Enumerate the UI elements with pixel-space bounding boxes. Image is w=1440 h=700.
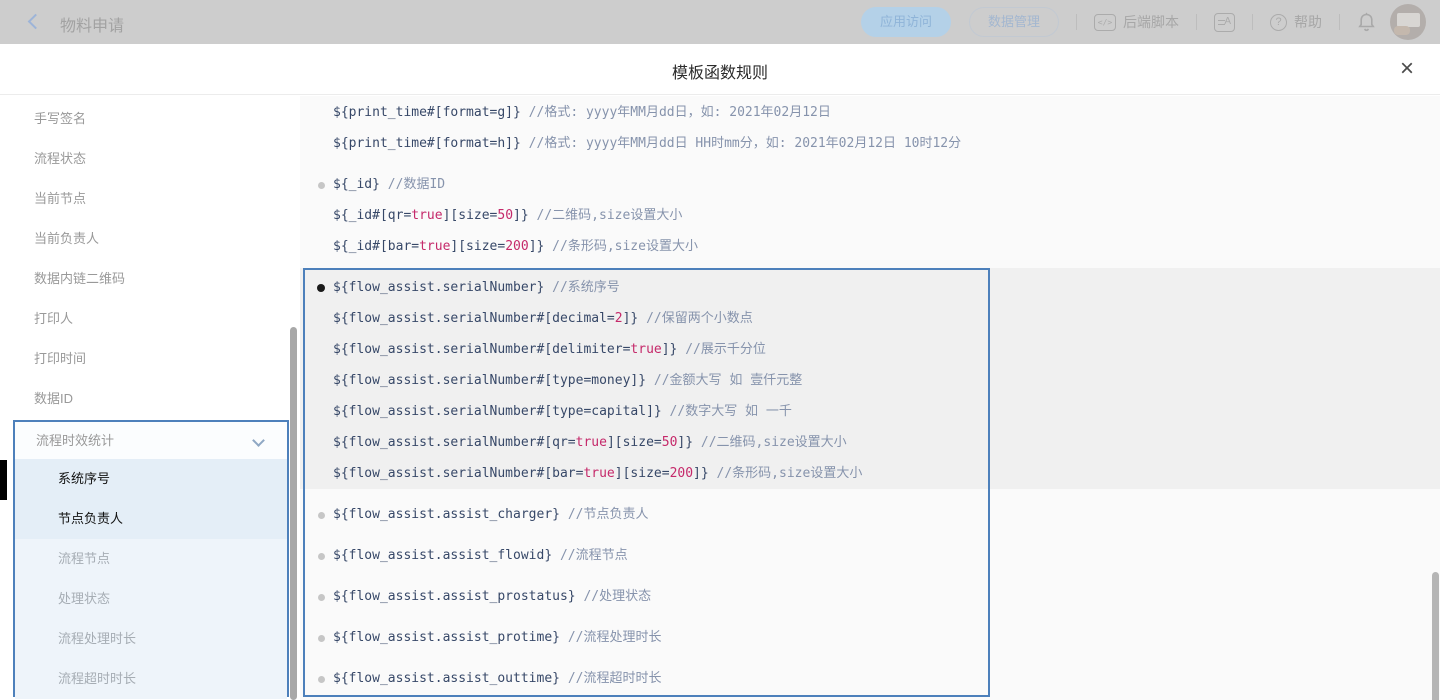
divider [1196, 14, 1197, 30]
user-avatar[interactable] [1390, 4, 1426, 40]
app-page-title: 物料申请 [60, 12, 124, 36]
sidebar-item[interactable]: 手写签名 [0, 99, 300, 139]
sidebar-subitem[interactable]: 流程处理时长 [15, 619, 287, 659]
code-line: ${flow_assist.assist_outtime} //流程超时时长 [333, 669, 661, 689]
code-line: ${flow_assist.assist_prostatus} //处理状态 [333, 587, 651, 607]
topbar-actions: 应用访问 数据管理 </> 后端脚本 A ? 帮助 [861, 0, 1426, 44]
bullet-icon [317, 284, 325, 292]
chevron-down-icon [252, 434, 265, 447]
id-card-icon[interactable]: A [1214, 13, 1235, 32]
bullet-icon [318, 676, 325, 683]
divider [1339, 14, 1340, 30]
sidebar-item[interactable]: 数据内链二维码 [0, 259, 300, 299]
sidebar-item[interactable]: 打印时间 [0, 339, 300, 379]
sidebar-subitem[interactable]: 流程超时时长 [15, 659, 287, 699]
top-navigation-bar: 物料申请 应用访问 数据管理 </> 后端脚本 A ? 帮助 [0, 0, 1440, 44]
bullet-icon [318, 182, 325, 189]
sidebar-item[interactable]: 流程状态 [0, 139, 300, 179]
sidebar-item[interactable]: 打印人 [0, 299, 300, 339]
code-icon: </> [1094, 14, 1116, 31]
sidebar-subitem[interactable]: 流程节点 [15, 539, 287, 579]
code-line: ${flow_assist.serialNumber#[qr=true][siz… [333, 433, 847, 453]
data-manage-button[interactable]: 数据管理 [969, 7, 1059, 37]
code-line: ${flow_assist.assist_protime} //流程处理时长 [333, 628, 661, 648]
code-line: ${_id#[bar=true][size=200]} //条形码,size设置… [333, 237, 698, 257]
code-line: ${print_time#[format=g]} //格式: yyyy年MM月d… [333, 103, 831, 123]
code-line: ${_id} //数据ID [333, 175, 445, 195]
sidebar-item[interactable]: 当前负责人 [0, 219, 300, 259]
code-line: ${flow_assist.serialNumber#[decimal=2]} … [333, 309, 753, 329]
code-line: ${flow_assist.serialNumber#[type=capital… [333, 402, 792, 422]
bullet-icon [318, 635, 325, 642]
modal-content: ${print_time#[format=g]} //格式: yyyy年MM月d… [300, 96, 1440, 700]
close-icon[interactable]: × [1400, 55, 1414, 83]
sidebar-scrollbar[interactable] [290, 327, 297, 700]
sidebar-subitem[interactable]: 处理状态 [15, 579, 287, 619]
back-chevron-icon[interactable] [28, 14, 44, 30]
backend-script-button[interactable]: </> 后端脚本 [1094, 12, 1179, 32]
app-root: 物料申请 应用访问 数据管理 </> 后端脚本 A ? 帮助 [0, 0, 1440, 700]
modal-sidebar: 手写签名流程状态当前节点当前负责人数据内链二维码打印人打印时间数据ID 流程时效… [0, 96, 300, 700]
code-line: ${flow_assist.serialNumber} //系统序号 [333, 278, 620, 298]
code-line: ${_id#[qr=true][size=50]} //二维码,size设置大小 [333, 206, 682, 226]
code-line: ${flow_assist.serialNumber#[bar=true][si… [333, 464, 862, 484]
sidebar-group-children: 系统序号节点负责人流程节点处理状态流程处理时长流程超时时长 [15, 459, 287, 699]
code-line: ${flow_assist.assist_charger} //节点负责人 [333, 505, 648, 525]
bullet-icon [318, 553, 325, 560]
question-icon: ? [1270, 14, 1287, 31]
sidebar-list: 手写签名流程状态当前节点当前负责人数据内链二维码打印人打印时间数据ID [0, 96, 300, 419]
app-access-button[interactable]: 应用访问 [861, 7, 951, 37]
sidebar-item[interactable]: 数据ID [0, 379, 300, 419]
code-line: ${flow_assist.assist_flowid} //流程节点 [333, 546, 628, 566]
sidebar-subitem[interactable]: 节点负责人 [15, 499, 287, 539]
sidebar-group-header[interactable]: 流程时效统计 [15, 422, 287, 459]
sidebar-item[interactable]: 当前节点 [0, 179, 300, 219]
bullet-icon [318, 512, 325, 519]
divider [1252, 14, 1253, 30]
bullet-icon [318, 594, 325, 601]
template-rules-modal: 模板函数规则 × 手写签名流程状态当前节点当前负责人数据内链二维码打印人打印时间… [0, 45, 1440, 700]
help-button[interactable]: ? 帮助 [1270, 12, 1322, 32]
content-scrollbar[interactable] [1432, 572, 1439, 700]
active-item-indicator [0, 460, 7, 500]
modal-header: 模板函数规则 × [0, 45, 1440, 95]
code-line: ${flow_assist.serialNumber#[type=money]}… [333, 371, 802, 391]
code-line: ${flow_assist.serialNumber#[delimiter=tr… [333, 340, 766, 360]
sidebar-group-flow-stats: 流程时效统计 系统序号节点负责人流程节点处理状态流程处理时长流程超时时长 [13, 420, 289, 697]
sidebar-subitem[interactable]: 系统序号 [15, 459, 287, 499]
code-line: ${print_time#[format=h]} //格式: yyyy年MM月d… [333, 134, 961, 154]
bell-icon[interactable] [1357, 12, 1376, 32]
modal-title: 模板函数规则 [0, 59, 1440, 83]
divider [1076, 14, 1077, 30]
